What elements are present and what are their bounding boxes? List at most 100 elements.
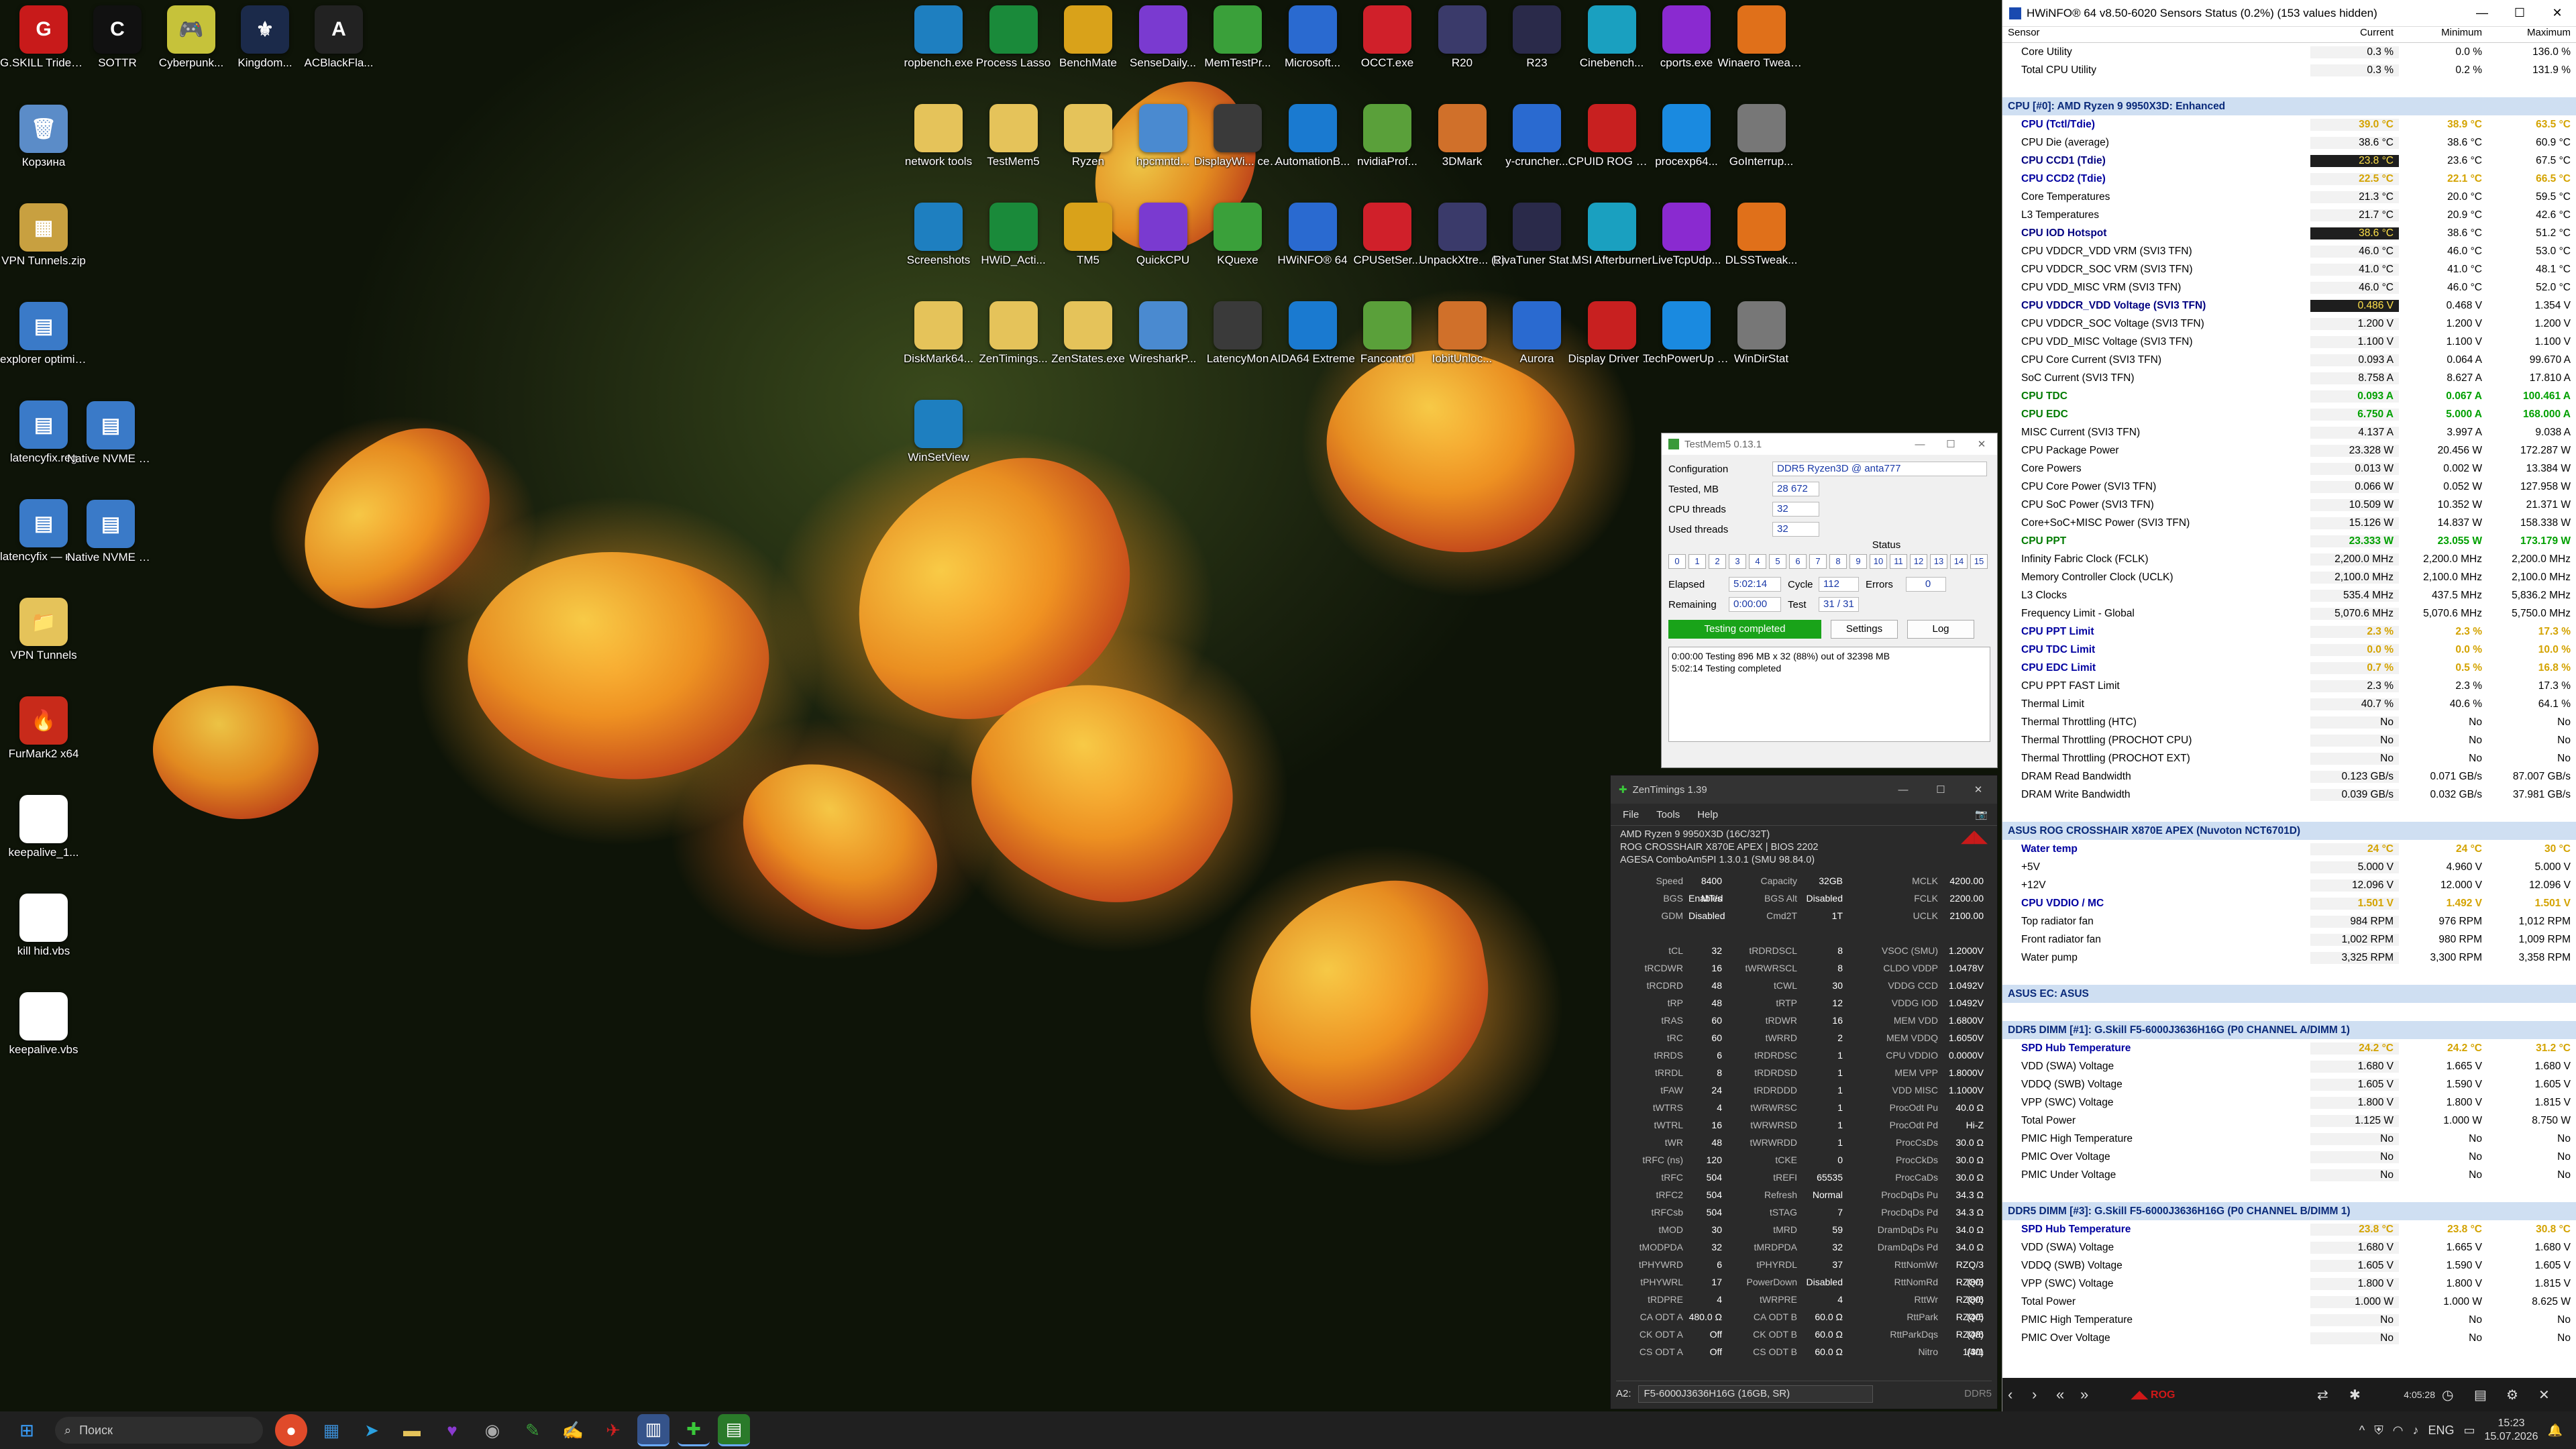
desktop-icon[interactable]: ▤ explorer optimizatio... bbox=[0, 297, 87, 390]
sensor-row[interactable]: Core Temperatures 21.3 °C 20.0 °C 59.5 °C bbox=[2002, 188, 2576, 206]
sensor-row[interactable]: VPP (SWC) Voltage 1.800 V 1.800 V 1.815 V bbox=[2002, 1275, 2576, 1293]
desktop-icon[interactable]: TM5 bbox=[1044, 197, 1132, 291]
sensor-row[interactable]: CPU CCD1 (Tdie) 23.8 °C 23.6 °C 67.5 °C bbox=[2002, 152, 2576, 170]
first-icon[interactable]: « bbox=[2056, 1386, 2080, 1403]
menu-help[interactable]: Help bbox=[1697, 809, 1718, 820]
col-minimum[interactable]: Minimum bbox=[2399, 27, 2487, 42]
maximize-icon[interactable]: ☐ bbox=[2501, 6, 2538, 20]
sensor-group-header[interactable]: CPU [#0]: AMD Ryzen 9 9950X3D: Enhanced bbox=[2002, 97, 2576, 115]
minimize-icon[interactable]: — bbox=[1904, 439, 1935, 450]
sensor-row[interactable]: Total CPU Utility 0.3 % 0.2 % 131.9 % bbox=[2002, 61, 2576, 79]
desktop-icon[interactable]: LiveTcpUdp... bbox=[1643, 197, 1730, 291]
sensor-row[interactable]: CPU SoC Power (SVI3 TFN) 10.509 W 10.352 W… bbox=[2002, 496, 2576, 514]
sensor-group-header[interactable]: DDR5 DIMM [#3]: G.Skill F5-6000J3636H16G… bbox=[2002, 1202, 2576, 1220]
sensor-row[interactable]: Total Power 1.000 W 1.000 W 8.625 W bbox=[2002, 1293, 2576, 1311]
sensor-row[interactable]: CPU Core Current (SVI3 TFN) 0.093 A 0.064 … bbox=[2002, 351, 2576, 369]
sensor-row[interactable]: Water pump 3,325 RPM 3,300 RPM 3,358 RPM bbox=[2002, 949, 2576, 967]
sensor-group-header[interactable]: DDR5 DIMM [#1]: G.Skill F5-6000J3636H16G… bbox=[2002, 1021, 2576, 1039]
desktop-icon[interactable]: HWiNFO® 64 bbox=[1269, 197, 1356, 291]
desktop-icon[interactable]: ZenStates.exe bbox=[1044, 296, 1132, 390]
settings-icon[interactable]: ⚙ bbox=[2506, 1387, 2538, 1403]
folder-icon[interactable]: ▬ bbox=[396, 1414, 428, 1446]
sensor-row[interactable]: Infinity Fabric Clock (FCLK) 2,200.0 MHz 2… bbox=[2002, 550, 2576, 568]
sensor-row[interactable]: CPU PPT FAST Limit 2.3 % 2.3 % 17.3 % bbox=[2002, 677, 2576, 695]
notification-icon[interactable]: 🔔 bbox=[2548, 1424, 2563, 1438]
close-icon[interactable]: ✕ bbox=[1960, 784, 1997, 796]
minimize-icon[interactable]: — bbox=[2463, 6, 2501, 20]
menu-tools[interactable]: Tools bbox=[1656, 809, 1680, 820]
desktop-icon[interactable]: Cinebench... bbox=[1568, 0, 1656, 94]
report-icon[interactable]: ▤ bbox=[2474, 1387, 2506, 1403]
desktop-icon[interactable]: AutomationB... bbox=[1269, 99, 1356, 193]
desktop-icon[interactable]: Screenshots bbox=[895, 197, 982, 291]
desktop-icon[interactable]: MemTestPr... bbox=[1194, 0, 1281, 94]
sensor-row[interactable]: Thermal Throttling (PROCHOT CPU) No No No bbox=[2002, 731, 2576, 749]
desktop-icon[interactable]: R20 bbox=[1419, 0, 1506, 94]
desktop-icon[interactable]: nvidiaProf... bbox=[1344, 99, 1431, 193]
sensor-row[interactable]: Core+SoC+MISC Power (SVI3 TFN) 15.126 W 14… bbox=[2002, 514, 2576, 532]
desktop-icon[interactable]: UnpackXtre... (2) bbox=[1419, 197, 1506, 291]
shield-icon[interactable]: ⛨ bbox=[2374, 1424, 2383, 1438]
desktop-icon[interactable]: Aurora bbox=[1493, 296, 1580, 390]
zentimings-task-icon[interactable]: ✚ bbox=[678, 1414, 710, 1446]
desktop-icon[interactable]: A ACBlackFla... bbox=[295, 0, 382, 94]
sensor-list[interactable]: Core Utility 0.3 % 0.0 % 136.0 % Total CPU U… bbox=[2002, 43, 2576, 1347]
sensor-row[interactable]: Front radiator fan 1,002 RPM 980 RPM 1,009 … bbox=[2002, 930, 2576, 949]
desktop-icon[interactable]: DisplayWi... center bbox=[1194, 99, 1281, 193]
maximize-icon[interactable]: ☐ bbox=[1922, 784, 1960, 796]
network-icon[interactable]: ⇄ bbox=[2317, 1387, 2349, 1403]
sensor-row[interactable]: PMIC Under Voltage No No No bbox=[2002, 1166, 2576, 1184]
desktop-icon[interactable]: TechPowerUp GPU-Z bbox=[1643, 296, 1730, 390]
sensor-row[interactable]: CPU (Tctl/Tdie) 39.0 °C 38.9 °C 63.5 °C bbox=[2002, 115, 2576, 133]
sensor-row[interactable]: L3 Clocks 535.4 MHz 437.5 MHz 5,836.2 MHz bbox=[2002, 586, 2576, 604]
app-icon[interactable]: ♥ bbox=[436, 1414, 468, 1446]
menu-file[interactable]: File bbox=[1623, 809, 1639, 820]
sensor-row[interactable]: CPU VDDCR_VDD Voltage (SVI3 TFN) 0.486 V 0… bbox=[2002, 297, 2576, 315]
sensor-row[interactable]: SPD Hub Temperature 23.8 °C 23.8 °C 30.8 °C bbox=[2002, 1220, 2576, 1238]
sensor-row[interactable]: Thermal Limit 40.7 % 40.6 % 64.1 % bbox=[2002, 695, 2576, 713]
desktop-icon[interactable]: WiresharkP... bbox=[1120, 296, 1207, 390]
sensor-row[interactable]: DRAM Write Bandwidth 0.039 GB/s 0.032 GB/s… bbox=[2002, 786, 2576, 804]
volume-icon[interactable]: ♪ bbox=[2412, 1424, 2418, 1438]
desktop-icon[interactable]: BenchMate bbox=[1044, 0, 1132, 94]
sensor-row[interactable]: Memory Controller Clock (UCLK) 2,100.0 MH… bbox=[2002, 568, 2576, 586]
desktop-icon[interactable]: ▦ VPN Tunnels.zip bbox=[0, 198, 87, 292]
desktop-icon[interactable]: OCCT.exe bbox=[1344, 0, 1431, 94]
sensor-row[interactable]: CPU EDC Limit 0.7 % 0.5 % 16.8 % bbox=[2002, 659, 2576, 677]
desktop-icon[interactable]: HWiD_Acti... bbox=[970, 197, 1057, 291]
start-icon[interactable]: ⊞ bbox=[11, 1414, 43, 1446]
log-area[interactable]: 0:00:00 Testing 896 MB x 32 (88%) out of… bbox=[1668, 647, 1990, 742]
sensor-row[interactable]: CPU VDDCR_VDD VRM (SVI3 TFN) 46.0 °C 46.0 … bbox=[2002, 242, 2576, 260]
sensor-row[interactable]: VPP (SWC) Voltage 1.800 V 1.800 V 1.815 V bbox=[2002, 1093, 2576, 1112]
col-maximum[interactable]: Maximum bbox=[2487, 27, 2576, 42]
desktop-icon[interactable]: KQuexe bbox=[1194, 197, 1281, 291]
desktop-icon[interactable]: DLSSTweak... bbox=[1718, 197, 1805, 291]
desktop-icon[interactable]: QuickCPU bbox=[1120, 197, 1207, 291]
steam-icon[interactable]: ◉ bbox=[476, 1414, 508, 1446]
desktop-icon[interactable]: MSI Afterburner bbox=[1568, 197, 1656, 291]
col-sensor[interactable]: Sensor bbox=[2002, 27, 2310, 42]
prev-icon[interactable]: ‹ bbox=[2008, 1386, 2032, 1403]
desktop-icon[interactable]: ▤ Native NVME support.reg bbox=[67, 494, 154, 588]
minimize-icon[interactable]: — bbox=[1884, 784, 1922, 796]
sensor-row[interactable]: CPU VDDIO / MC 1.501 V 1.492 V 1.501 V bbox=[2002, 894, 2576, 912]
chrome-icon[interactable]: ● bbox=[275, 1414, 307, 1446]
log-button[interactable]: Log bbox=[1907, 620, 1974, 639]
sensor-row[interactable]: CPU Core Power (SVI3 TFN) 0.066 W 0.052 W 1… bbox=[2002, 478, 2576, 496]
sensor-row[interactable]: Top radiator fan 984 RPM 976 RPM 1,012 RPM bbox=[2002, 912, 2576, 930]
afterburner-icon[interactable]: ✈ bbox=[597, 1414, 629, 1446]
desktop-icon[interactable]: ropbench.exe bbox=[895, 0, 982, 94]
sensor-row[interactable]: CPU EDC 6.750 A 5.000 A 168.000 A bbox=[2002, 405, 2576, 423]
desktop-icon[interactable]: GoInterrup... bbox=[1718, 99, 1805, 193]
sensor-row[interactable]: CPU VDDCR_SOC VRM (SVI3 TFN) 41.0 °C 41.0 … bbox=[2002, 260, 2576, 278]
sensor-row[interactable]: CPU TDC 0.093 A 0.067 A 100.461 A bbox=[2002, 387, 2576, 405]
settings-button[interactable]: Settings bbox=[1831, 620, 1898, 639]
network-icon[interactable]: ▭ bbox=[2463, 1424, 2475, 1438]
sensor-row[interactable]: CPU Package Power 23.328 W 20.456 W 172.287… bbox=[2002, 441, 2576, 460]
desktop-icon[interactable]: Skeepalive.vbs bbox=[0, 987, 87, 1081]
desktop-icon[interactable]: ZenTimings... bbox=[970, 296, 1057, 390]
desktop-icon[interactable]: TestMem5 bbox=[970, 99, 1057, 193]
sensor-row[interactable]: CPU PPT Limit 2.3 % 2.3 % 17.3 % bbox=[2002, 623, 2576, 641]
desktop-icon[interactable]: Fancontrol bbox=[1344, 296, 1431, 390]
desktop-icon[interactable]: procexp64... bbox=[1643, 99, 1730, 193]
